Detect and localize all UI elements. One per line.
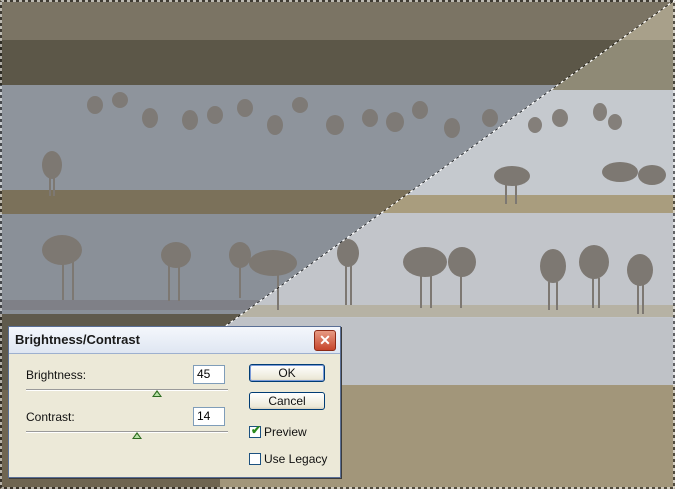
contrast-slider-track[interactable]	[26, 431, 228, 433]
brightness-slider-track[interactable]	[26, 389, 228, 391]
dialog-title: Brightness/Contrast	[15, 332, 140, 347]
brightness-label: Brightness:	[26, 368, 87, 382]
contrast-input[interactable]: 14	[193, 407, 225, 426]
use-legacy-label: Use Legacy	[264, 452, 328, 466]
brightness-contrast-dialog: Brightness/Contrast ✕ Brightness: 45 Con…	[8, 326, 341, 478]
use-legacy-checkbox[interactable]: ✔	[249, 453, 261, 465]
contrast-label: Contrast:	[26, 410, 75, 424]
contrast-slider-thumb[interactable]	[132, 432, 143, 439]
brightness-input[interactable]: 45	[193, 365, 225, 384]
brightness-slider-thumb[interactable]	[152, 390, 163, 397]
preview-checkbox[interactable]: ✔	[249, 423, 262, 438]
close-icon: ✕	[319, 332, 331, 348]
ok-button[interactable]: OK	[249, 364, 325, 382]
dialog-titlebar[interactable]: Brightness/Contrast ✕	[9, 327, 340, 354]
cancel-button[interactable]: Cancel	[249, 392, 325, 410]
close-button[interactable]: ✕	[314, 330, 336, 351]
checkmark-icon: ✔	[251, 423, 262, 437]
preview-label: Preview	[264, 425, 307, 439]
